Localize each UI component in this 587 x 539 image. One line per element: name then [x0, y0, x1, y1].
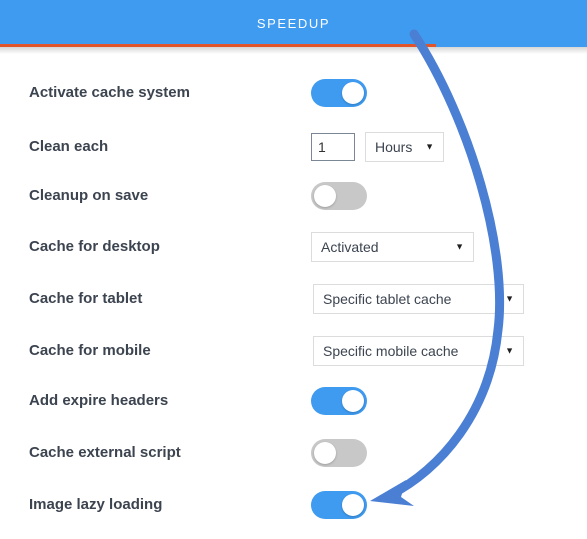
- chevron-down-icon: ▼: [425, 141, 434, 152]
- chevron-down-icon: ▼: [505, 345, 514, 356]
- setting-row-cache-for-desktop: Cache for desktop Activated ▼: [0, 222, 587, 272]
- cache-for-mobile-select[interactable]: Specific mobile cache ▼: [313, 336, 524, 366]
- header-shadow: [0, 47, 587, 54]
- setting-row-cache-for-mobile: Cache for mobile Specific mobile cache ▼: [0, 326, 587, 376]
- setting-control: Specific mobile cache ▼: [313, 326, 524, 376]
- setting-control: [311, 376, 367, 426]
- setting-row-activate-cache-system: Activate cache system: [0, 68, 587, 118]
- clean-each-number-input[interactable]: [311, 133, 355, 161]
- setting-row-cleanup-on-save: Cleanup on save: [0, 171, 587, 221]
- setting-label: Add expire headers: [29, 392, 169, 409]
- toggle-cleanup-on-save[interactable]: [311, 182, 367, 210]
- setting-control: Specific tablet cache ▼: [313, 274, 524, 324]
- toggle-image-lazy-loading[interactable]: [311, 491, 367, 519]
- setting-label: Cache external script: [29, 444, 181, 461]
- toggle-knob: [342, 82, 364, 104]
- toggle-cache-external-script[interactable]: [311, 439, 367, 467]
- toggle-knob: [314, 185, 336, 207]
- page-title: SPEEDUP: [256, 16, 331, 31]
- setting-label: Clean each: [29, 138, 109, 155]
- chevron-down-icon: ▼: [455, 241, 464, 252]
- panel-header: SPEEDUP: [0, 0, 587, 47]
- setting-control: [311, 480, 367, 530]
- select-value: Specific tablet cache: [323, 291, 452, 307]
- setting-row-add-expire-headers: Add expire headers: [0, 376, 587, 426]
- setting-control: [311, 171, 367, 221]
- setting-row-image-lazy-loading: Image lazy loading: [0, 480, 587, 530]
- setting-row-clean-each: Clean each Hours ▼: [0, 122, 587, 172]
- select-value: Specific mobile cache: [323, 343, 459, 359]
- cache-for-tablet-select[interactable]: Specific tablet cache ▼: [313, 284, 524, 314]
- setting-label: Activate cache system: [29, 84, 190, 101]
- chevron-down-icon: ▼: [505, 293, 514, 304]
- setting-label: Cache for desktop: [29, 238, 160, 255]
- setting-row-cache-external-script: Cache external script: [0, 428, 587, 478]
- toggle-knob: [342, 494, 364, 516]
- settings-form: Activate cache system Clean each Hours ▼…: [0, 54, 587, 539]
- clean-each-unit-select[interactable]: Hours ▼: [365, 132, 444, 162]
- select-value: Hours: [375, 139, 413, 155]
- setting-label: Cache for tablet: [29, 290, 143, 307]
- toggle-activate-cache-system[interactable]: [311, 79, 367, 107]
- setting-label: Image lazy loading: [29, 496, 163, 513]
- setting-label: Cleanup on save: [29, 187, 149, 204]
- select-value: Activated: [321, 239, 379, 255]
- setting-row-cache-for-tablet: Cache for tablet Specific tablet cache ▼: [0, 274, 587, 324]
- toggle-knob: [342, 390, 364, 412]
- setting-control: [311, 428, 367, 478]
- setting-label: Cache for mobile: [29, 342, 151, 359]
- setting-control: Activated ▼: [311, 222, 474, 272]
- setting-control: Hours ▼: [311, 122, 444, 172]
- setting-control: [311, 68, 367, 118]
- cache-for-desktop-select[interactable]: Activated ▼: [311, 232, 474, 262]
- toggle-add-expire-headers[interactable]: [311, 387, 367, 415]
- toggle-knob: [314, 442, 336, 464]
